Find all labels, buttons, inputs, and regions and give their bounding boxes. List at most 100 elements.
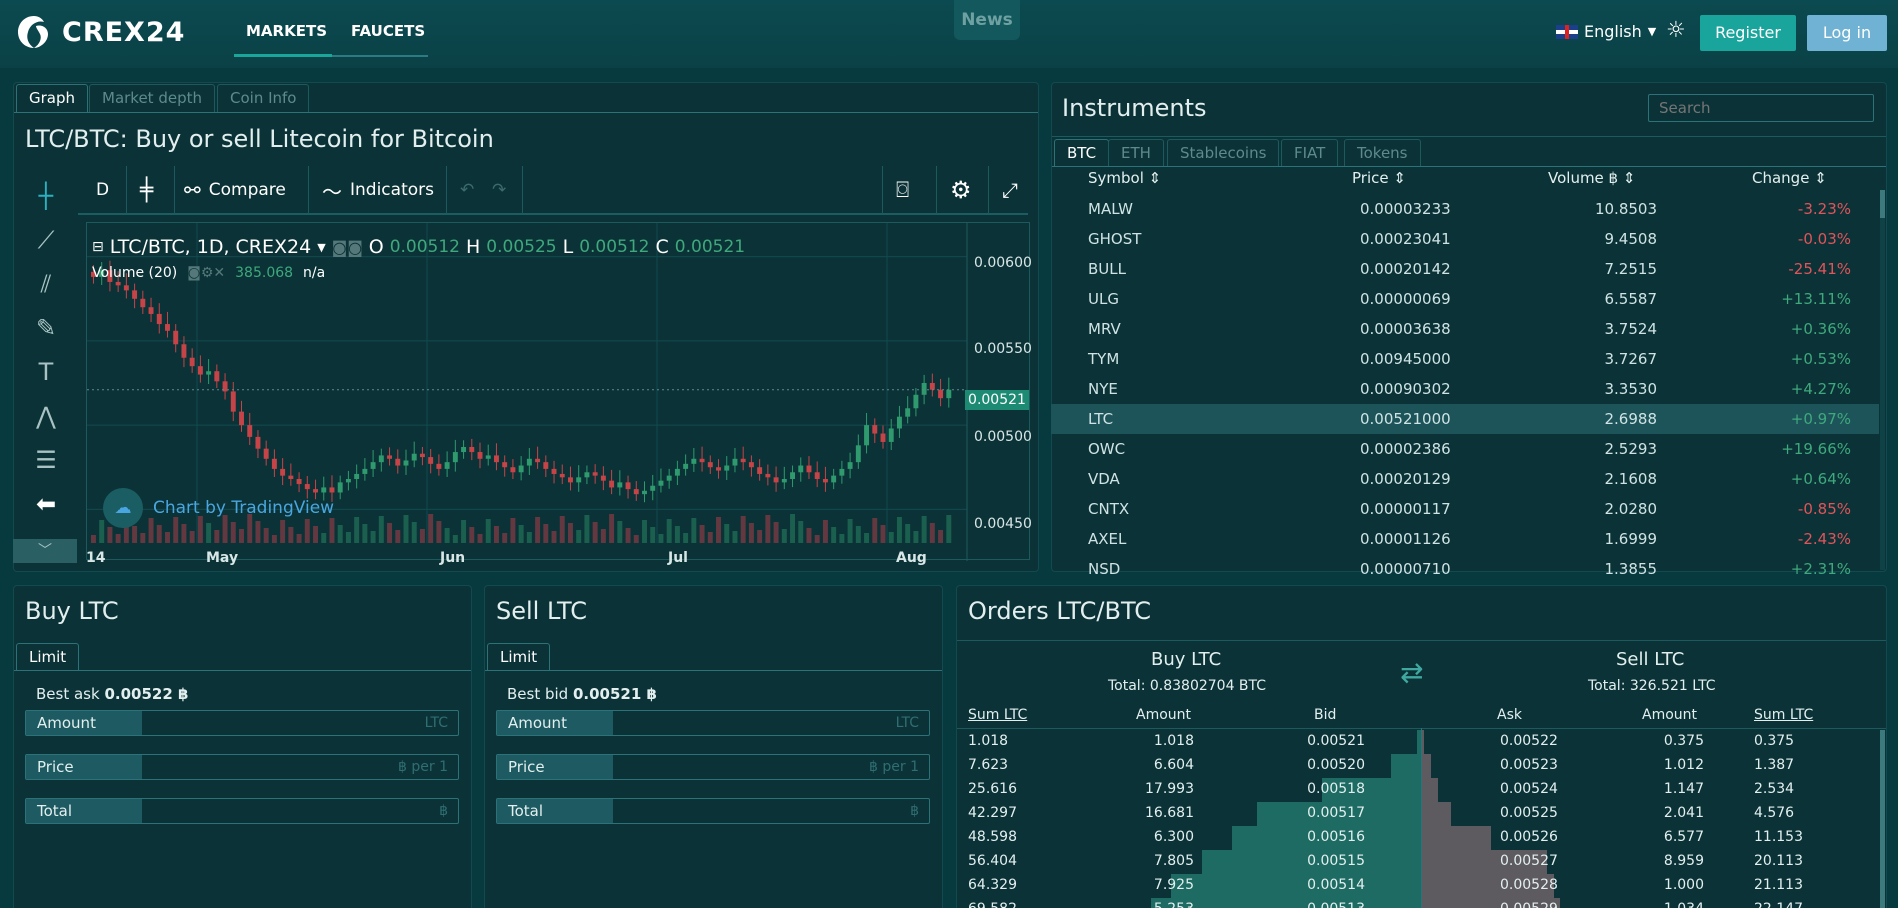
- news-tab[interactable]: News: [954, 0, 1020, 40]
- theme-toggle-sun-icon[interactable]: ☼: [1666, 20, 1688, 42]
- instrument-row[interactable]: MALW 0.00003233 10.8503 -3.23%: [1051, 194, 1879, 224]
- measure-icon[interactable]: ☰: [29, 443, 63, 477]
- camera-icon[interactable]: ⌼: [896, 166, 909, 214]
- compare-icon: ⚯: [184, 178, 201, 202]
- fib-icon[interactable]: ⫽: [29, 267, 63, 301]
- ask-row[interactable]: 0.00522 0.375 0.375: [1422, 730, 1880, 754]
- sell-total-field[interactable]: Total ฿: [496, 798, 930, 824]
- instrument-row[interactable]: MRV 0.00003638 3.7524 +0.36%: [1051, 314, 1879, 344]
- instrument-row[interactable]: VDA 0.00020129 2.1608 +0.64%: [1051, 464, 1879, 494]
- volume-bar: [239, 529, 244, 543]
- ask-row[interactable]: 0.00526 6.577 11.153: [1422, 826, 1880, 850]
- tab-tokens[interactable]: Tokens: [1344, 139, 1421, 167]
- volume-label[interactable]: Volume (20): [92, 265, 177, 281]
- ask-row[interactable]: 0.00525 2.041 4.576: [1422, 802, 1880, 826]
- volume-bar: [411, 522, 417, 543]
- instrument-price: 0.00000117: [1360, 500, 1451, 518]
- swap-arrows-icon[interactable]: ⇄: [1400, 656, 1423, 689]
- instrument-row[interactable]: NSD 0.00000710 1.3855 +2.31%: [1051, 554, 1879, 584]
- volume-bar: [510, 518, 516, 543]
- col-volume[interactable]: Volume ฿ ⇕: [1548, 169, 1635, 187]
- instrument-row[interactable]: NYE 0.00090302 3.3530 +4.27%: [1051, 374, 1879, 404]
- bid-row[interactable]: 25.616 17.993 0.00518: [957, 778, 1421, 802]
- undo-icon[interactable]: ↶: [460, 166, 474, 214]
- nav-faucets[interactable]: FAUCETS: [339, 22, 437, 54]
- tab-coin-info[interactable]: Coin Info: [217, 84, 310, 112]
- bird-logo-icon: [18, 16, 48, 48]
- candle: [732, 458, 738, 466]
- collapse-icon[interactable]: ⊟: [92, 239, 104, 255]
- instrument-row[interactable]: CNTX 0.00000117 2.0280 -0.85%: [1051, 494, 1879, 524]
- ask-row[interactable]: 0.00527 8.959 20.113: [1422, 850, 1880, 874]
- pattern-icon[interactable]: ⋀: [29, 399, 63, 433]
- chevron-down-icon[interactable]: ▼: [317, 241, 325, 254]
- back-arrow-icon[interactable]: ⬅: [29, 487, 63, 521]
- buy-price-field[interactable]: Price ฿ per 1: [25, 754, 459, 780]
- ask-row[interactable]: 0.00523 1.012 1.387: [1422, 754, 1880, 778]
- instrument-row[interactable]: OWC 0.00002386 2.5293 +19.66%: [1051, 434, 1879, 464]
- bid-price: 0.00520: [1307, 757, 1365, 773]
- register-button[interactable]: Register: [1700, 15, 1796, 51]
- chevron-down-icon[interactable]: ﹀: [13, 539, 77, 563]
- ask-row[interactable]: 0.00528 1.000 21.113: [1422, 874, 1880, 898]
- bid-row[interactable]: 56.404 7.805 0.00515: [957, 850, 1421, 874]
- sell-price-field[interactable]: Price ฿ per 1: [496, 754, 930, 780]
- language-selector[interactable]: English ▼: [1556, 22, 1656, 41]
- bid-row[interactable]: 69.582 5.253 0.00513: [957, 898, 1421, 908]
- bid-row[interactable]: 64.329 7.925 0.00514: [957, 874, 1421, 898]
- sell-amount-field[interactable]: Amount LTC: [496, 710, 930, 736]
- crosshair-icon[interactable]: ┼: [29, 179, 63, 213]
- instrument-row[interactable]: LTC 0.00521000 2.6988 +0.97%: [1051, 404, 1879, 434]
- instrument-row[interactable]: ULG 0.00000069 6.5587 +13.11%: [1051, 284, 1879, 314]
- candle: [296, 479, 302, 485]
- bid-row[interactable]: 42.297 16.681 0.00517: [957, 802, 1421, 826]
- col-symbol[interactable]: Symbol ⇕: [1088, 169, 1161, 187]
- ask-amount: 1.000: [1663, 877, 1704, 893]
- brush-icon[interactable]: ✎: [29, 311, 63, 345]
- ask-sum: 22.147: [1754, 901, 1803, 908]
- legend-symbol[interactable]: LTC/BTC, 1D, CREX24: [110, 236, 311, 258]
- volume-bar: [543, 524, 549, 543]
- login-button[interactable]: Log in: [1807, 15, 1887, 51]
- sell-tab-limit[interactable]: Limit: [487, 643, 551, 671]
- instrument-price: 0.00023041: [1360, 230, 1451, 248]
- legend-eye-icon[interactable]: ◙◙: [332, 238, 363, 257]
- tab-btc[interactable]: BTC: [1054, 139, 1110, 167]
- bid-row[interactable]: 1.018 1.018 0.00521: [957, 730, 1421, 754]
- compare-button[interactable]: ⚯ Compare: [184, 166, 286, 214]
- tab-fiat[interactable]: FIAT: [1281, 139, 1339, 167]
- text-icon[interactable]: T: [29, 355, 63, 389]
- buy-total-field[interactable]: Total ฿: [25, 798, 459, 824]
- instrument-row[interactable]: TYM 0.00945000 3.7267 +0.53%: [1051, 344, 1879, 374]
- bid-row[interactable]: 48.598 6.300 0.00516: [957, 826, 1421, 850]
- instrument-row[interactable]: BULL 0.00020142 7.2515 -25.41%: [1051, 254, 1879, 284]
- search-input[interactable]: [1648, 94, 1874, 122]
- instrument-row[interactable]: AXEL 0.00001126 1.6999 -2.43%: [1051, 524, 1879, 554]
- redo-icon[interactable]: ↷: [492, 166, 506, 214]
- bid-row[interactable]: 7.623 6.604 0.00520: [957, 754, 1421, 778]
- tab-eth[interactable]: ETH: [1108, 139, 1164, 167]
- instrument-row[interactable]: GHOST 0.00023041 9.4508 -0.03%: [1051, 224, 1879, 254]
- gear-icon[interactable]: ⚙: [950, 166, 972, 214]
- logo[interactable]: CREX24: [14, 12, 185, 52]
- buy-tab-limit[interactable]: Limit: [16, 643, 80, 671]
- tab-stablecoins[interactable]: Stablecoins: [1167, 139, 1280, 167]
- bid-price: 0.00518: [1307, 781, 1365, 797]
- buy-amount-field[interactable]: Amount LTC: [25, 710, 459, 736]
- interval-button[interactable]: D: [96, 166, 109, 214]
- indicators-button[interactable]: 〜 Indicators: [322, 166, 434, 214]
- ask-row[interactable]: 0.00524 1.147 2.534: [1422, 778, 1880, 802]
- volume-tools-icon[interactable]: ◙⚙✕: [187, 265, 225, 281]
- trendline-icon[interactable]: ⟋: [29, 223, 63, 257]
- nav-markets[interactable]: MARKETS: [234, 22, 339, 54]
- ask-row[interactable]: 0.00529 1.034 22.147: [1422, 898, 1880, 908]
- scrollbar[interactable]: [1880, 190, 1885, 570]
- col-change[interactable]: Change ⇕: [1752, 169, 1827, 187]
- tab-market-depth[interactable]: Market depth: [89, 84, 215, 112]
- orders-scrollbar[interactable]: [1880, 730, 1885, 908]
- col-price[interactable]: Price ⇕: [1352, 169, 1406, 187]
- tab-graph[interactable]: Graph: [16, 84, 89, 112]
- tradingview-credit[interactable]: ☁ Chart by TradingView: [103, 488, 334, 528]
- fullscreen-icon[interactable]: ⤢: [1002, 166, 1018, 214]
- candle-type-icon[interactable]: ╪: [140, 166, 153, 214]
